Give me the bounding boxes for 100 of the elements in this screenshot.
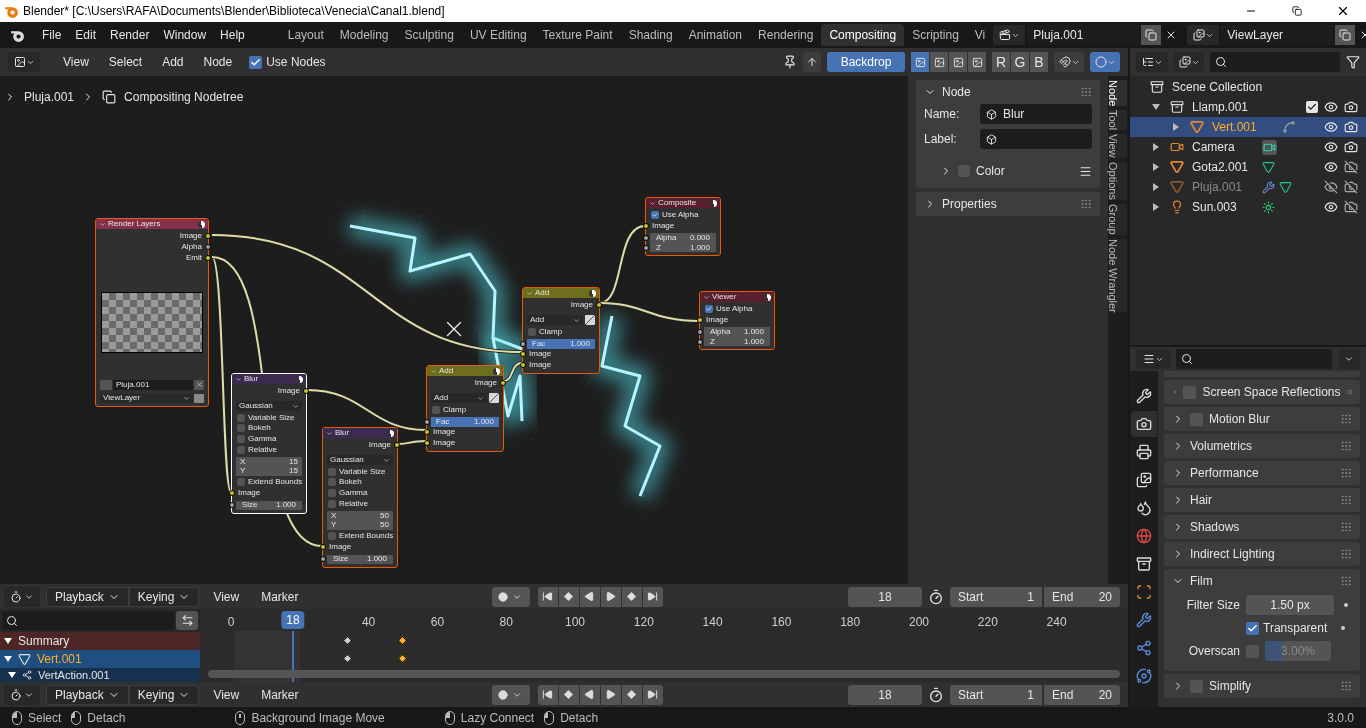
menu-item[interactable]: View [54,53,98,71]
node-card[interactable]: Blur Image Gaussian Variable Size Bokeh Gamma Relative X 50 Y 50 Extend Bounds Image Size 1.000 [322,427,398,568]
dropdown[interactable]: Add [431,393,487,404]
panel-header[interactable]: Simplify [1164,674,1360,698]
fac-slider[interactable]: Fac 1.000 [527,339,595,349]
workspace-tab[interactable]: Shading [620,24,681,46]
panel-header[interactable]: Screen Space Reflections [1164,380,1360,404]
sidebar-tab[interactable]: Group [1109,204,1127,235]
sidebar-tab[interactable]: View [1109,134,1127,159]
menu-item[interactable]: View [205,684,248,705]
node-card[interactable]: Add Image Add Clamp Fac 1.000 Image Image [522,287,600,374]
channel-row[interactable]: VertAction.001 [0,668,200,683]
panel-header[interactable]: Volumetrics [1164,434,1360,458]
sidebar-tab[interactable]: Tool [1109,110,1127,131]
number-field[interactable]: Z 1.000 [650,242,716,253]
number-field[interactable]: Y 50 [327,520,393,531]
panel-header[interactable]: Motion Blur [1164,407,1360,431]
outliner-row[interactable]: Gota2.001 [1130,157,1366,177]
node-card[interactable]: Blur Image Gaussian Variable Size Bokeh Gamma Relative X 15 Y 15 Extend Bounds Image Size 1.000 [231,373,307,514]
panel-header[interactable]: Shadows [1164,515,1360,539]
node-card[interactable]: Add Image Add Clamp Fac 1.000 Image Image [426,365,504,452]
outliner-row[interactable]: Camera [1130,137,1366,157]
number-field[interactable]: Alpha 0.000 [650,233,716,243]
dropdown[interactable]: Gaussian [327,455,393,466]
dropdown-menu[interactable]: Keying [128,586,200,607]
name-field[interactable]: Blur [980,104,1092,124]
dropdown[interactable]: Gaussian [236,401,302,412]
node-card[interactable]: Viewer Use Alpha Image Alpha 1.000 Z 1.000 [699,291,775,351]
dropdown-menu[interactable]: Keying [128,684,200,705]
number-field[interactable]: Z 1.000 [704,336,770,347]
number-field[interactable]: 1.50 px [1246,595,1334,615]
outliner-row[interactable]: Vert.001 [1130,117,1366,137]
number-field[interactable]: Size 1.000 [236,500,302,510]
workspace-tab[interactable]: Scripting [904,24,967,46]
channel-row[interactable]: Vert.001 [0,650,200,669]
node-card[interactable]: Render Layers Image Alpha Emit Pluja.001 ViewLayer [95,218,209,408]
channel-row[interactable]: Summary [0,632,200,651]
sidebar-tab[interactable]: Node [1109,80,1127,107]
workspace-tab[interactable]: UV Editing [461,24,535,46]
current-frame-indicator[interactable]: 18 [281,611,305,630]
outliner-label[interactable]: Scene Collection [1172,78,1263,96]
scene-field[interactable]: Pluja.001 [113,380,193,390]
node-header[interactable]: Render Layers [96,219,208,229]
menu-item[interactable]: Edit [68,26,104,44]
menu-item[interactable]: Marker [253,586,307,607]
current-frame-field[interactable]: 18 [848,586,922,607]
scene-field[interactable]: Pluja.001 [1027,25,1140,45]
menu-item[interactable]: File [35,26,69,44]
dropdown-menu[interactable]: Playback [46,684,129,705]
number-field[interactable]: Y 15 [236,466,302,477]
outliner-row[interactable]: Sun.003 [1130,197,1366,217]
panel-header[interactable]: Film [1164,569,1360,593]
panel-header[interactable]: Performance [1164,461,1360,485]
view-layer-field[interactable]: ViewLayer [1221,25,1334,45]
workspace-tab[interactable]: Texture Paint [534,24,621,46]
menu-item[interactable]: Window [156,26,214,44]
end-frame-field[interactable]: End 20 [1044,684,1120,705]
menu-item[interactable]: Select [99,53,152,71]
outliner-label[interactable]: Gota2.001 [1192,158,1262,176]
menu-item[interactable]: Marker [253,684,307,705]
channel-toggle[interactable]: B [1030,52,1048,72]
workspace-tab[interactable]: Animation [680,24,751,46]
fac-slider[interactable]: Fac 1.000 [431,417,499,427]
outliner-row[interactable]: Llamp.001 [1130,97,1366,117]
node-header[interactable]: Viewer [700,292,774,302]
start-frame-field[interactable]: Start 1 [950,684,1042,705]
outliner-label[interactable]: Llamp.001 [1192,98,1262,116]
workspace-tab[interactable]: Modeling [331,24,397,46]
outliner-label[interactable]: Sun.003 [1192,198,1262,216]
outliner-label[interactable]: Camera [1192,138,1262,156]
node-header[interactable]: Composite [646,198,720,208]
node-header[interactable]: Blur [232,374,306,384]
node-card[interactable]: Composite Use Alpha Image Alpha 0.000 Z 1.000 [645,197,721,257]
workspace-tab[interactable]: Sculpting [396,24,462,46]
sidebar-tab[interactable]: Options [1109,162,1127,201]
channel-toggle[interactable]: R [992,52,1010,72]
dropdown[interactable]: Add [527,315,583,326]
current-frame-field[interactable]: 18 [848,684,922,705]
menu-item[interactable]: Help [213,26,252,44]
node-header[interactable]: Add [523,288,599,298]
menu-item[interactable]: Add [153,53,193,71]
workspace-tab[interactable]: Layout [279,24,332,46]
menu-item[interactable]: Render [103,26,157,44]
workspace-tab[interactable]: Rendering [750,24,822,46]
number-field[interactable]: X 50 [327,511,393,521]
channel-toggle[interactable]: G [1011,52,1029,72]
menu-item[interactable]: View [205,586,248,607]
dropdown-menu[interactable]: Playback [46,586,129,607]
workspace-tab[interactable]: Compositing [821,24,905,46]
backdrop-toggle[interactable]: Backdrop [827,52,905,72]
start-frame-field[interactable]: Start 1 [950,586,1042,607]
panel-header[interactable]: Node [916,80,1100,104]
panel-header[interactable]: Indirect Lighting [1164,542,1360,566]
end-frame-field[interactable]: End 20 [1044,586,1120,607]
outliner-label[interactable]: Vert.001 [1212,118,1282,136]
panel-header[interactable]: Properties [916,192,1100,216]
menu-item[interactable]: Node [194,53,242,71]
panel-header[interactable]: Hair [1164,488,1360,512]
number-field[interactable]: Size 1.000 [327,554,393,564]
node-header[interactable]: Blur [323,428,397,438]
